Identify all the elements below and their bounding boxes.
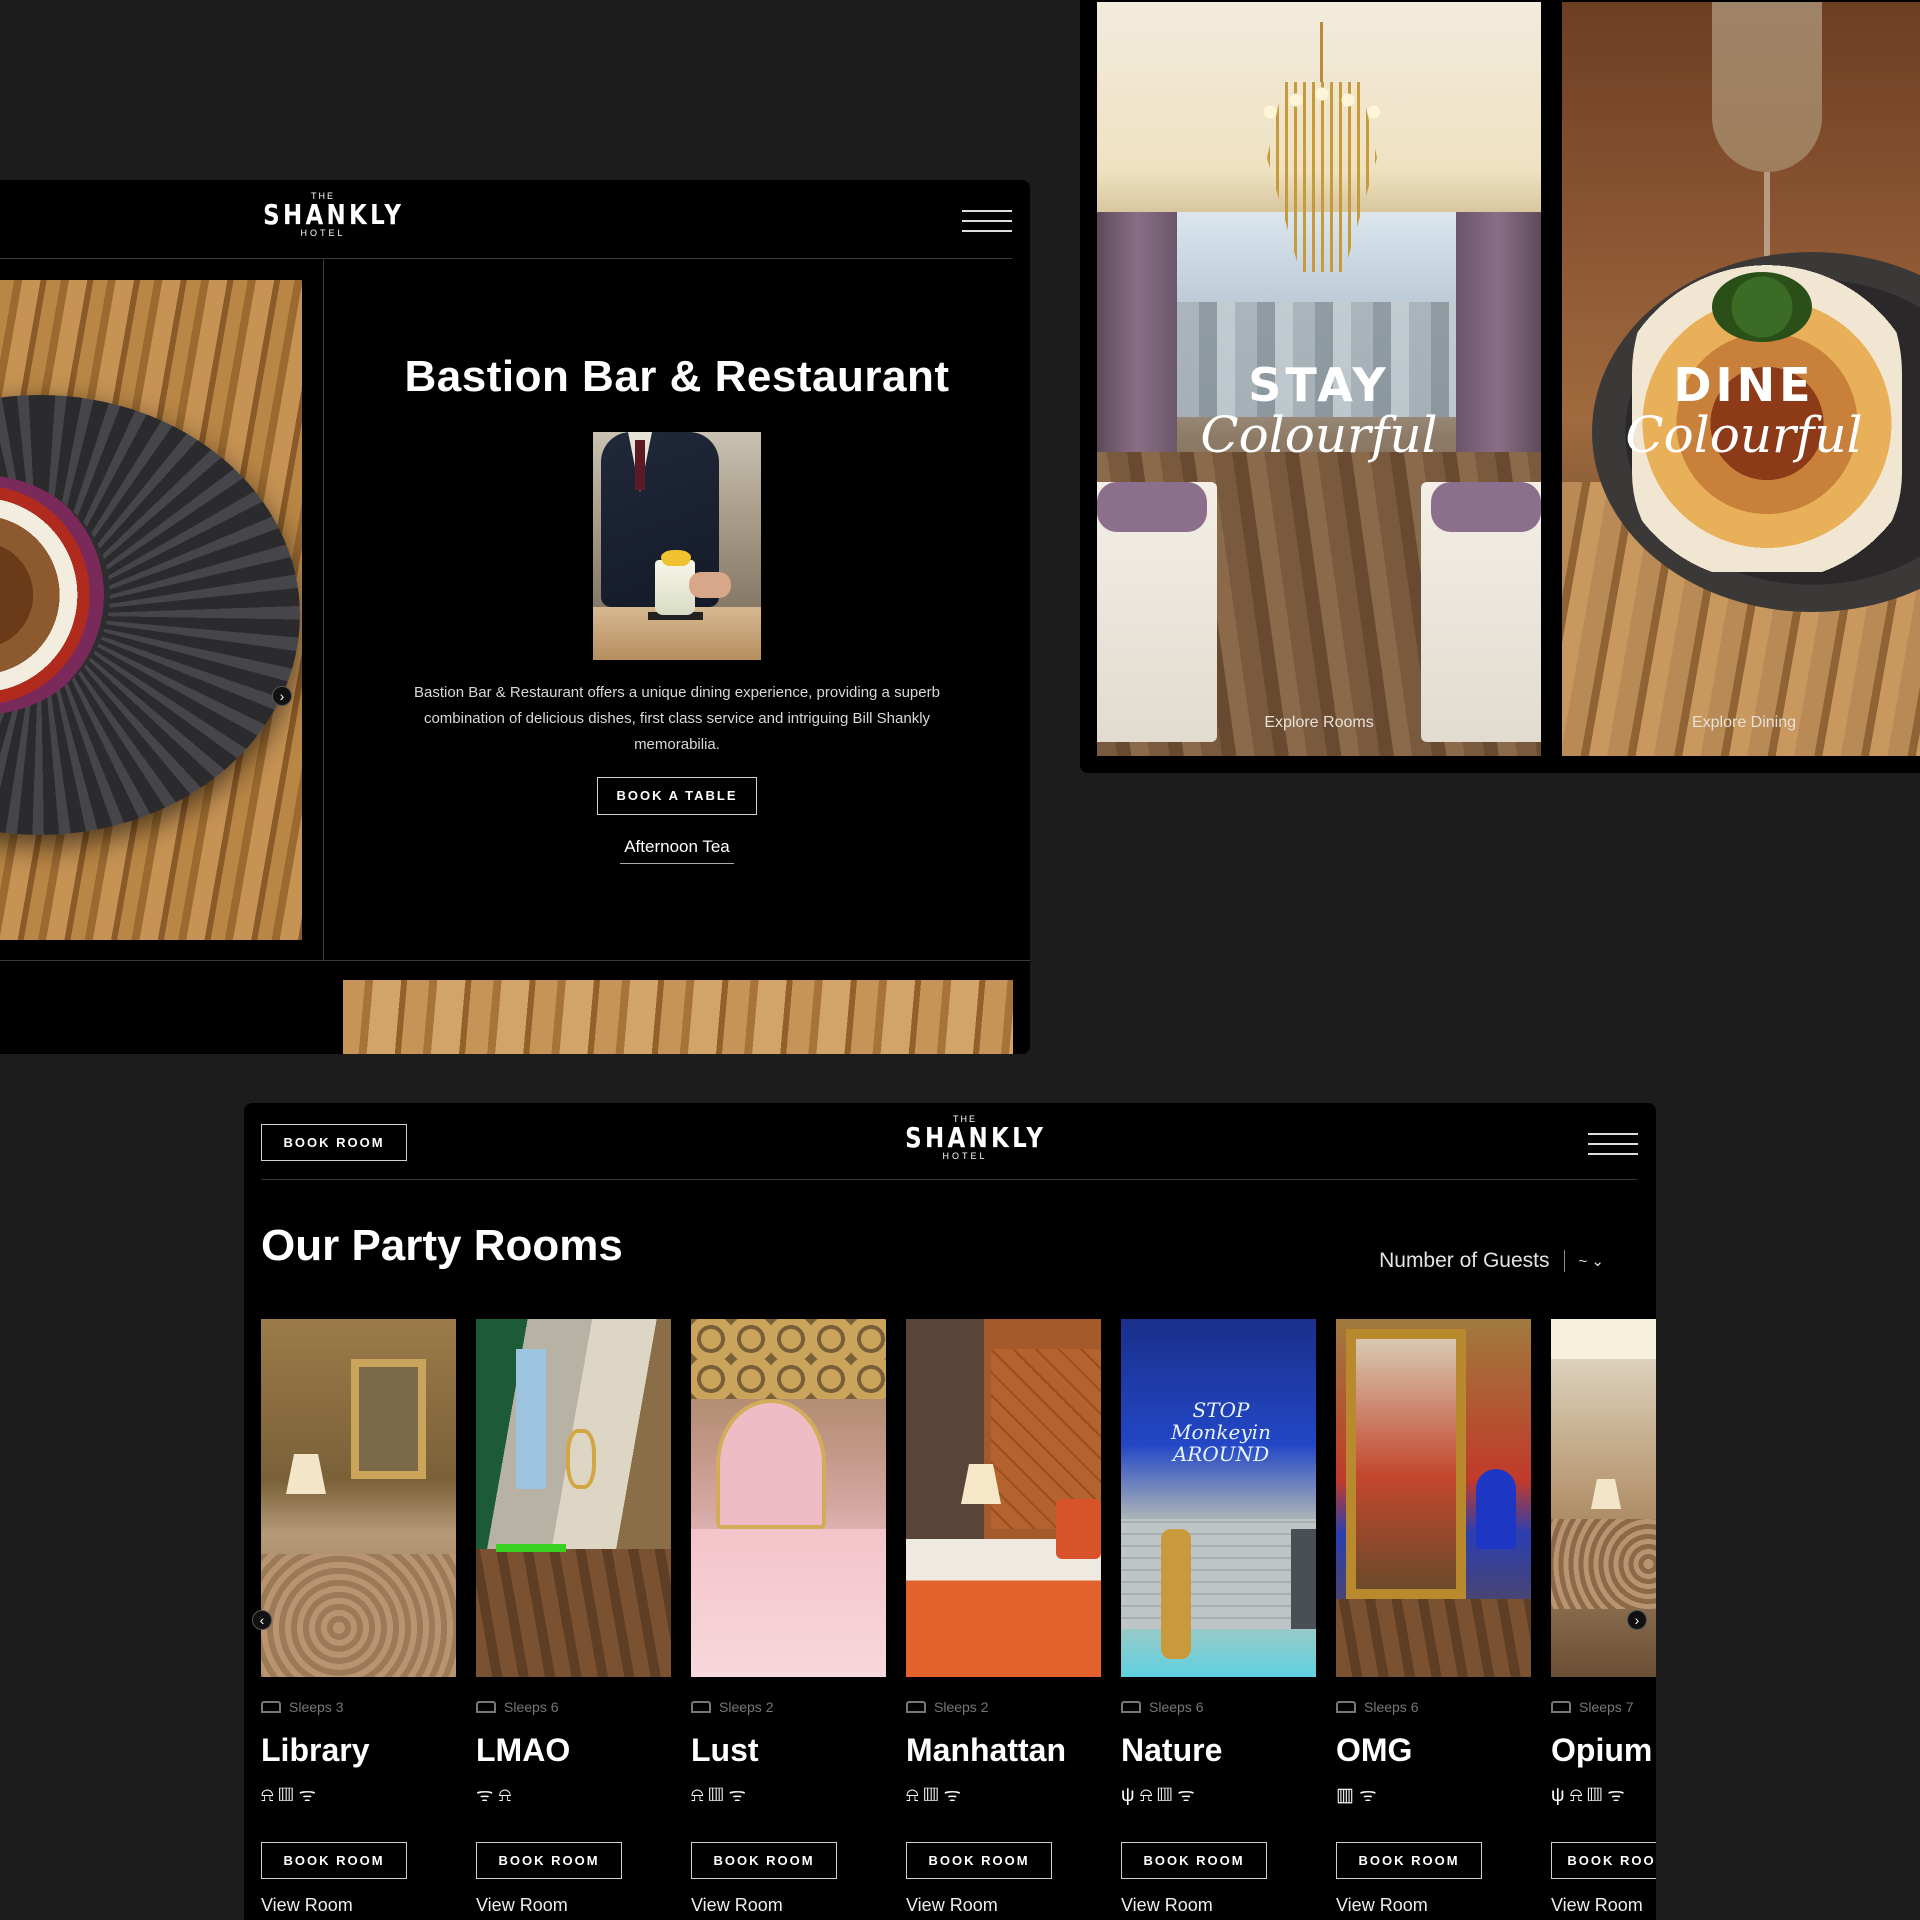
wine-glass-image (1712, 2, 1822, 172)
bed-icon (906, 1701, 926, 1713)
room-image[interactable]: STOP Monkeyin AROUND (1121, 1319, 1316, 1677)
book-room-button[interactable]: BOOK ROOM (261, 1842, 407, 1879)
room-image[interactable] (476, 1319, 671, 1677)
bed-icon (261, 1701, 281, 1713)
menu-icon[interactable] (1588, 1133, 1638, 1155)
room-image[interactable] (691, 1319, 886, 1677)
room-card: STOP Monkeyin AROUND Sleeps 6 Nature ψ ⍾… (1121, 1319, 1316, 1920)
room-name: Library (261, 1732, 370, 1768)
book-room-button[interactable]: BOOK ROOM (1336, 1842, 1482, 1879)
stay-card[interactable]: STAY Colourful Explore Rooms (1097, 2, 1541, 756)
sleeps-info: Sleeps 3 (261, 1699, 343, 1715)
room-name: Opium (1551, 1732, 1653, 1768)
chandelier-image (1257, 22, 1387, 292)
room-name: LMAO (476, 1732, 571, 1768)
site-header: BOOK ROOM THE SHANKLY HOTEL (261, 1103, 1638, 1180)
next-section-image (343, 980, 1013, 1054)
promo-panel: STAY Colourful Explore Rooms DINE Colour… (1080, 0, 1920, 773)
bed-icon (691, 1701, 711, 1713)
food-carousel-image: › (0, 280, 302, 940)
view-room-link[interactable]: View Room (1121, 1895, 1213, 1916)
book-room-button[interactable]: BOOK ROOM (906, 1842, 1052, 1879)
amenity-icons: ⍾ ▥ ᯤ (261, 1785, 316, 1806)
explore-rooms-link[interactable]: Explore Rooms (1097, 714, 1541, 732)
book-room-button[interactable]: BOOK ROO (1551, 1842, 1656, 1879)
bed-icon (1121, 1701, 1141, 1713)
divider (0, 960, 1030, 961)
room-card: Sleeps 2 Lust ⍾ ▥ ᯤ BOOK ROOM View Room (691, 1319, 886, 1920)
room-image[interactable] (1336, 1319, 1531, 1677)
neon-sign: STOP Monkeyin AROUND (1171, 1398, 1271, 1466)
header-book-room-button[interactable]: BOOK ROOM (261, 1124, 407, 1161)
room-card: Sleeps 2 Manhattan ⍾ ▥ ᯤ BOOK ROOM View … (906, 1319, 1101, 1920)
view-room-link[interactable]: View Room (906, 1895, 998, 1916)
plate-image (0, 395, 300, 835)
sleeps-info: Sleeps 2 (906, 1699, 988, 1715)
view-room-link[interactable]: View Room (1551, 1895, 1643, 1916)
carousel-next-button[interactable]: › (1627, 1610, 1647, 1630)
bastion-panel: THE SHANKLY HOTEL › Bastion Bar & Restau… (0, 180, 1030, 1054)
room-card: Sleeps 6 LMAO ᯤ ⍾ BOOK ROOM View Room (476, 1319, 671, 1920)
room-name: Nature (1121, 1732, 1223, 1768)
dine-script: Colourful (1625, 406, 1863, 464)
bed-icon (1551, 1701, 1571, 1713)
amenity-icons: ▥ ᯤ (1336, 1785, 1377, 1806)
room-name: Lust (691, 1732, 759, 1768)
section-title: Our Party Rooms (261, 1221, 623, 1270)
book-table-button[interactable]: BOOK A TABLE (597, 777, 757, 815)
menu-icon[interactable] (962, 210, 1012, 232)
sleeps-info: Sleeps 6 (476, 1699, 558, 1715)
guests-label: Number of Guests (1379, 1249, 1550, 1272)
explore-dining-link[interactable]: Explore Dining (1562, 714, 1920, 732)
view-room-link[interactable]: View Room (1336, 1895, 1428, 1916)
site-header: THE SHANKLY HOTEL (0, 180, 1012, 259)
carousel-next-button[interactable]: › (272, 686, 292, 706)
chevron-down-icon[interactable]: ~ ⌄ (1579, 1252, 1605, 1270)
room-name: Manhattan (906, 1732, 1066, 1768)
sleeps-info: Sleeps 6 (1336, 1699, 1418, 1715)
book-room-button[interactable]: BOOK ROOM (1121, 1842, 1267, 1879)
dine-card[interactable]: DINE Colourful Explore Dining (1562, 2, 1920, 756)
guests-filter[interactable]: Number of Guests ~ ⌄ (1379, 1249, 1604, 1273)
logo-name: SHANKLY (263, 198, 405, 231)
book-room-button[interactable]: BOOK ROOM (691, 1842, 837, 1879)
restaurant-description: Bastion Bar & Restaurant offers a unique… (414, 684, 940, 753)
page-title: Bastion Bar & Restaurant (404, 352, 950, 401)
afternoon-tea-link[interactable]: Afternoon Tea (620, 837, 734, 864)
book-room-button[interactable]: BOOK ROOM (476, 1842, 622, 1879)
view-room-link[interactable]: View Room (691, 1895, 783, 1916)
bed-icon (476, 1701, 496, 1713)
amenity-icons: ᯤ ⍾ (476, 1785, 512, 1806)
amenity-icons: ψ ⍾ ▥ ᯤ (1121, 1785, 1195, 1806)
room-card: Sleeps 6 OMG ▥ ᯤ BOOK ROOM View Room (1336, 1319, 1531, 1920)
logo-name: SHANKLY (905, 1121, 1047, 1154)
bartender-photo (593, 432, 761, 660)
amenity-icons: ψ ⍾ ▥ ᯤ (1551, 1785, 1625, 1806)
stay-script: Colourful (1200, 406, 1438, 464)
sleeps-info: Sleeps 2 (691, 1699, 773, 1715)
room-card: Sleeps 3 Library ⍾ ▥ ᯤ BOOK ROOM View Ro… (261, 1319, 456, 1920)
room-image[interactable] (261, 1319, 456, 1677)
party-rooms-panel: BOOK ROOM THE SHANKLY HOTEL Our Party Ro… (244, 1103, 1656, 1920)
view-room-link[interactable]: View Room (476, 1895, 568, 1916)
amenity-icons: ⍾ ▥ ᯤ (906, 1785, 961, 1806)
view-room-link[interactable]: View Room (261, 1895, 353, 1916)
sleeps-info: Sleeps 6 (1121, 1699, 1203, 1715)
amenity-icons: ⍾ ▥ ᯤ (691, 1785, 746, 1806)
stay-heading: STAY (1248, 358, 1390, 412)
dine-heading: DINE (1673, 358, 1815, 412)
carousel-prev-button[interactable]: ‹ (252, 1610, 272, 1630)
hotel-logo[interactable]: THE SHANKLY HOTEL (250, 192, 405, 238)
sleeps-info: Sleeps 7 (1551, 1699, 1633, 1715)
bed-icon (1336, 1701, 1356, 1713)
room-image[interactable] (906, 1319, 1101, 1677)
hotel-logo[interactable]: THE SHANKLY HOTEL (892, 1115, 1047, 1161)
rooms-carousel: Sleeps 3 Library ⍾ ▥ ᯤ BOOK ROOM View Ro… (261, 1319, 1656, 1920)
room-name: OMG (1336, 1732, 1413, 1768)
